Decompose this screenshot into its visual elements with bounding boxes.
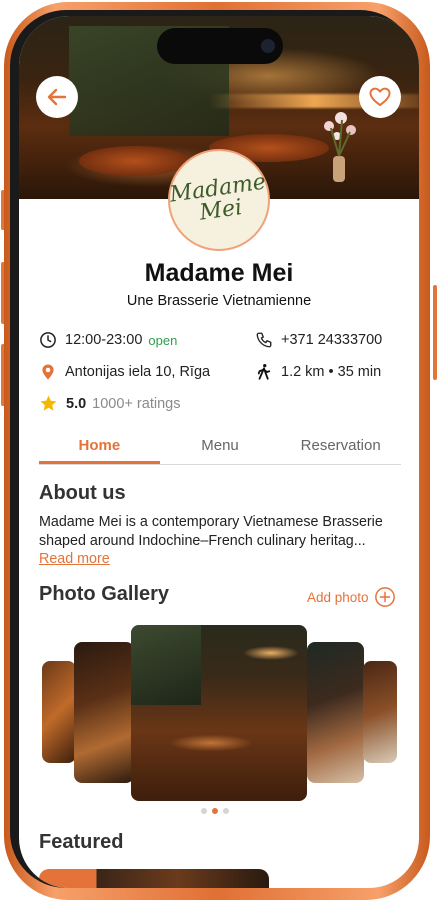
pagination-dot[interactable]: [223, 808, 229, 814]
hours-row: 12:00-23:00 open: [39, 331, 177, 349]
gallery-photo[interactable]: [42, 661, 76, 763]
distance-text: 1.2 km • 35 min: [281, 364, 382, 380]
add-photo-label: Add photo: [307, 589, 369, 605]
hero-flower-vase: [324, 112, 356, 182]
camera-dot: [261, 39, 275, 53]
address-text[interactable]: Antonijas iela 10, Rīga: [65, 364, 210, 380]
about-title: About us: [39, 482, 126, 504]
gallery-photo[interactable]: [307, 642, 364, 783]
tab-reservation[interactable]: Reservation: [280, 434, 401, 464]
restaurant-tagline: Une Brasserie Vietnamienne: [126, 293, 312, 309]
open-status: open: [148, 332, 178, 348]
clock-icon: [40, 332, 56, 348]
phone-mockup: Madame Mei Madame Mei Une Brasserie Viet…: [0, 0, 438, 904]
pagination-dot-active[interactable]: [212, 808, 218, 814]
tab-home[interactable]: Home: [39, 434, 160, 464]
walking-icon: [257, 363, 271, 380]
tab-menu[interactable]: Menu: [160, 434, 281, 464]
gallery-pagination: [201, 808, 229, 814]
add-photo-button[interactable]: Add photo: [307, 586, 396, 608]
heart-icon: [369, 87, 391, 106]
gallery-photo-wall-art: [131, 625, 201, 705]
rating-row[interactable]: 5.0 1000+ ratings: [39, 394, 180, 413]
gallery-title: Photo Gallery: [39, 583, 170, 605]
read-more-link[interactable]: Read more: [39, 551, 110, 567]
gallery-photo-main[interactable]: [131, 625, 307, 801]
gallery-photo[interactable]: [363, 661, 397, 763]
phone-row[interactable]: +371 24333700: [255, 331, 382, 349]
restaurant-name: Madame Mei: [144, 259, 294, 287]
back-button[interactable]: [36, 76, 78, 118]
app-screen: Madame Mei Madame Mei Une Brasserie Viet…: [19, 16, 419, 888]
featured-title: Featured: [39, 831, 124, 853]
power-button: [433, 285, 437, 380]
favorite-button[interactable]: [359, 76, 401, 118]
back-arrow-icon: [47, 88, 67, 106]
rating-value: 5.0: [66, 395, 87, 412]
restaurant-logo: Madame Mei: [168, 149, 270, 251]
plus-circle-icon: [374, 587, 395, 607]
ratings-count: 1000+ ratings: [92, 395, 181, 412]
gallery-photo[interactable]: [74, 642, 134, 783]
pagination-dot[interactable]: [201, 808, 207, 814]
star-icon: [40, 395, 57, 411]
distance-row: 1.2 km • 35 min: [255, 363, 381, 381]
about-text-block: Madame Mei is a contemporary Vietnamese …: [39, 513, 399, 569]
featured-card-image[interactable]: [39, 869, 269, 888]
phone-icon: [256, 332, 272, 348]
address-row[interactable]: Antonijas iela 10, Rīga: [39, 363, 210, 381]
about-text: Madame Mei is a contemporary Vietnamese …: [39, 514, 383, 549]
location-pin-icon: [42, 364, 54, 380]
phone-number[interactable]: +371 24333700: [281, 332, 382, 348]
hours-text: 12:00-23:00: [65, 332, 143, 348]
hero-table: [79, 146, 189, 176]
tab-bar: Home Menu Reservation: [39, 434, 401, 465]
